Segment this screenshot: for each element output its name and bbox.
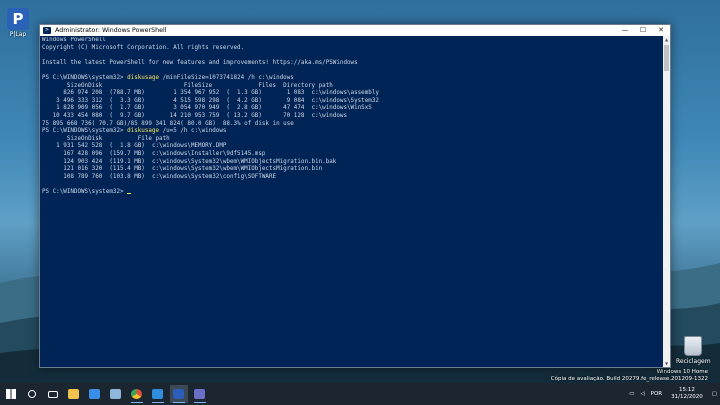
teams-icon[interactable]: [191, 385, 209, 403]
console-text: 1 828 909 056 ( 1.7 GB) 3 054 970 949 ( …: [42, 105, 372, 112]
console-line: 10 433 454 080 ( 9.7 GB) 14 210 953 759 …: [42, 113, 662, 121]
console-line: PS C:\WINDOWS\system32> diskusage /minFi…: [42, 75, 662, 83]
close-button[interactable]: ✕: [652, 25, 670, 36]
language-indicator[interactable]: POR: [651, 391, 662, 397]
notepad-icon[interactable]: [107, 385, 125, 403]
console-line: 124 903 424 (119.1 MB) c:\windows\System…: [42, 159, 662, 167]
console-command: diskusage: [127, 128, 160, 135]
watermark-build: Cópia de avaliação. Build 20279.fe_relea…: [550, 375, 708, 382]
console-text: PS C:\WINDOWS\system32>: [42, 188, 128, 195]
system-tray: ▭ ◁ POR 15:12 31/12/2020 ▢: [626, 383, 720, 405]
console-line: PS C:\WINDOWS\system32>: [42, 189, 662, 197]
recycle-bin-icon: [684, 336, 702, 356]
windows-watermark: Windows 10 Home Cópia de avaliação. Buil…: [551, 369, 708, 382]
console-text: 826 974 208 (788.7 MB) 1 354 967 952 ( 1…: [42, 90, 379, 97]
file-explorer-icon-glyph: [68, 389, 79, 399]
recycle-bin[interactable]: Reciclagem: [676, 336, 711, 365]
vscode-icon[interactable]: [149, 385, 167, 403]
console-line: PS C:\WINDOWS\system32> diskusage /u=5 /…: [42, 128, 662, 136]
console-text: 3 496 333 312 ( 3.3 GB) 4 515 598 298 ( …: [42, 97, 379, 104]
task-view-icon[interactable]: [44, 385, 62, 403]
window-title: Administrator: Windows PowerShell: [55, 27, 167, 34]
recycle-bin-label: Reciclagem: [676, 358, 711, 365]
volume-icon[interactable]: ◁: [640, 391, 644, 397]
notepad-icon-glyph: [110, 389, 121, 399]
text-cursor: [127, 192, 132, 194]
desktop-shortcut-label: P|Lap: [9, 31, 27, 38]
clock[interactable]: 15:12 31/12/2020: [671, 387, 703, 401]
console-text: 121 016 320 (115.4 MB) c:\windows\System…: [42, 166, 323, 173]
start-icon[interactable]: [2, 385, 20, 403]
console-line: SizeOnDisk File path: [42, 136, 662, 144]
task-view-icon-glyph: [47, 390, 58, 398]
console-line: 826 974 208 (788.7 MB) 1 354 967 952 ( 1…: [42, 90, 662, 98]
chrome-icon[interactable]: [128, 385, 146, 403]
console-line: 1 828 909 056 ( 1.7 GB) 3 054 970 949 ( …: [42, 105, 662, 113]
maximize-button[interactable]: ☐: [634, 25, 652, 36]
console-text: 10 433 454 080 ( 9.7 GB) 14 210 953 759 …: [42, 112, 347, 119]
console-text: PS C:\WINDOWS\system32>: [42, 128, 128, 135]
console-args: /minFileSize=1073741824 /h c:\windows: [159, 74, 294, 81]
console-text: 75 895 668 736( 70.7 GB)/85 899 341 824(…: [42, 120, 294, 127]
console-line: 1 931 542 528 ( 1.8 GB) c:\windows\MEMOR…: [42, 143, 662, 151]
console-text: PS C:\WINDOWS\system32>: [42, 74, 128, 81]
console-text: 167 428 096 (159.7 MB) c:\windows\Instal…: [42, 150, 266, 157]
console-line: SizeOnDisk FileSize Files Directory path: [42, 83, 662, 91]
scrollbar-thumb[interactable]: [664, 45, 669, 71]
chrome-icon-glyph: [131, 389, 142, 399]
scroll-down-arrow-icon[interactable]: ▼: [663, 360, 670, 367]
clock-time: 15:12: [679, 387, 695, 393]
search-icon[interactable]: [23, 385, 41, 403]
desktop-shortcut[interactable]: P P|Lap: [4, 8, 32, 38]
network-icon[interactable]: ▭: [629, 391, 634, 397]
console-line: 167 428 096 (159.7 MB) c:\windows\Instal…: [42, 151, 662, 159]
scroll-up-arrow-icon[interactable]: ▲: [663, 36, 670, 43]
console-line: 3 496 333 312 ( 3.3 GB) 4 515 598 298 ( …: [42, 98, 662, 106]
console-text: 108 789 760 (103.8 MB) c:\windows\System…: [42, 173, 277, 180]
console-output[interactable]: Windows PowerShell Copyright (C) Microsof…: [42, 37, 662, 365]
console-line: Windows PowerShell: [42, 37, 662, 45]
taskbar-icons: [0, 383, 210, 405]
vscode-icon-glyph: [152, 389, 163, 399]
clock-date: 31/12/2020: [671, 394, 703, 400]
store-icon[interactable]: [86, 385, 104, 403]
file-explorer-icon[interactable]: [65, 385, 83, 403]
console-text: SizeOnDisk FileSize Files Directory path: [42, 82, 333, 89]
title-bar[interactable]: > Administrator: Windows PowerShell — ☐ …: [40, 25, 670, 36]
console-args: /u=5 /h c:\windows: [159, 128, 227, 135]
console-text: Windows PowerShell: [42, 37, 106, 43]
console-line: 75 895 668 736( 70.7 GB)/85 899 341 824(…: [42, 121, 662, 129]
powershell-icon[interactable]: [169, 385, 188, 403]
taskbar: ▭ ◁ POR 15:12 31/12/2020 ▢: [0, 383, 720, 405]
console-text: SizeOnDisk File path: [42, 135, 170, 142]
store-icon-glyph: [89, 389, 100, 399]
window-controls: — ☐ ✕: [616, 25, 670, 36]
start-icon-glyph: [5, 389, 16, 399]
console-text: 1 931 542 528 ( 1.8 GB) c:\windows\MEMOR…: [42, 143, 227, 150]
console-command: diskusage: [127, 74, 160, 81]
teams-icon-glyph: [194, 389, 205, 399]
powershell-window[interactable]: > Administrator: Windows PowerShell — ☐ …: [39, 24, 671, 368]
scrollbar[interactable]: ▲ ▼: [663, 36, 670, 367]
console-line: 108 789 760 (103.8 MB) c:\windows\System…: [42, 174, 662, 182]
p-app-icon: P: [7, 8, 29, 30]
powershell-title-icon: >: [43, 27, 51, 34]
console-text: Install the latest PowerShell for new fe…: [42, 59, 358, 66]
console-text: 124 903 424 (119.1 MB) c:\windows\System…: [42, 158, 337, 165]
console-line: 121 016 320 (115.4 MB) c:\windows\System…: [42, 166, 662, 174]
notifications-icon[interactable]: ▢: [712, 391, 717, 397]
console-line: Install the latest PowerShell for new fe…: [42, 60, 662, 68]
powershell-icon-glyph: [173, 389, 184, 399]
minimize-button[interactable]: —: [616, 25, 634, 36]
console-text: Copyright (C) Microsoft Corporation. All…: [42, 44, 245, 51]
console-line: Copyright (C) Microsoft Corporation. All…: [42, 45, 662, 53]
search-icon-glyph: [27, 390, 36, 398]
